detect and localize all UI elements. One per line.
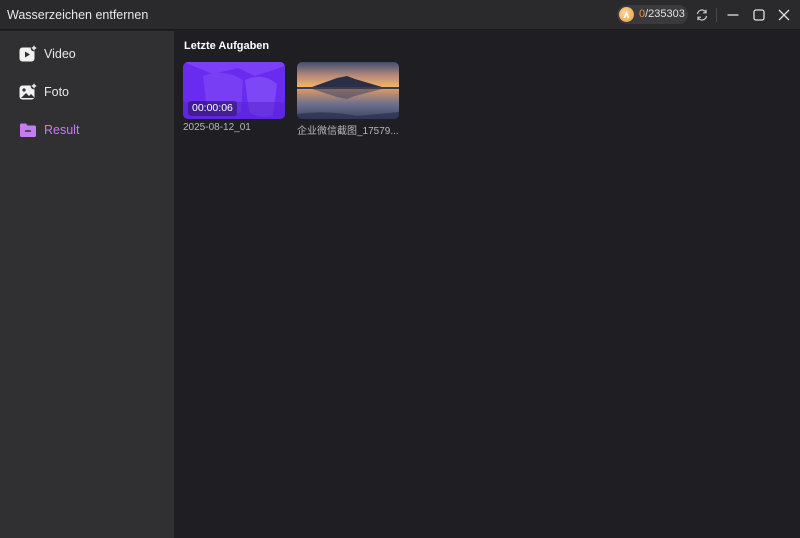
maximize-button[interactable] xyxy=(750,6,768,24)
sidebar-item-foto[interactable]: Foto xyxy=(12,77,162,107)
minimize-button[interactable] xyxy=(724,6,742,24)
sidebar-item-label: Result xyxy=(44,123,80,137)
photo-add-icon xyxy=(19,82,38,100)
folder-icon xyxy=(20,123,36,137)
task-card-image[interactable]: 企业微信截图_17579... xyxy=(297,62,399,137)
close-button[interactable] xyxy=(775,6,793,24)
coin-icon xyxy=(619,7,634,22)
minimize-icon xyxy=(727,14,739,16)
image-thumbnail[interactable] xyxy=(297,62,399,119)
sidebar-item-result[interactable]: Result xyxy=(12,115,162,145)
sidebar: Video Foto Result xyxy=(0,31,174,538)
title-bar: Wasserzeichen entfernen 0/235303 xyxy=(0,0,800,30)
sidebar-item-label: Video xyxy=(44,47,76,61)
close-icon xyxy=(778,9,790,21)
video-thumbnail[interactable]: 00:00:06 xyxy=(183,62,285,119)
lake-mountain-sunset-image xyxy=(297,62,399,119)
sidebar-item-video[interactable]: Video xyxy=(12,39,162,69)
task-caption: 企业微信截图_17579... xyxy=(297,126,399,137)
refresh-button[interactable] xyxy=(693,6,711,24)
section-title: Letzte Aufgaben xyxy=(184,40,270,52)
video-add-icon xyxy=(19,44,38,62)
credits-text: 0/235303 xyxy=(639,8,685,20)
app-title: Wasserzeichen entfernen xyxy=(7,8,149,22)
credits-total: /235303 xyxy=(645,8,685,20)
credits-badge[interactable]: 0/235303 xyxy=(617,5,688,24)
main-content: Letzte Aufgaben 00:00:06 2025-08-12_01 企… xyxy=(174,31,800,538)
task-card-video[interactable]: 00:00:06 2025-08-12_01 xyxy=(183,62,285,133)
video-duration: 00:00:06 xyxy=(188,101,237,116)
refresh-icon xyxy=(696,9,708,21)
task-caption: 2025-08-12_01 xyxy=(183,122,251,133)
sidebar-item-label: Foto xyxy=(44,85,70,99)
titlebar-divider xyxy=(716,8,717,22)
maximize-icon xyxy=(753,9,765,21)
